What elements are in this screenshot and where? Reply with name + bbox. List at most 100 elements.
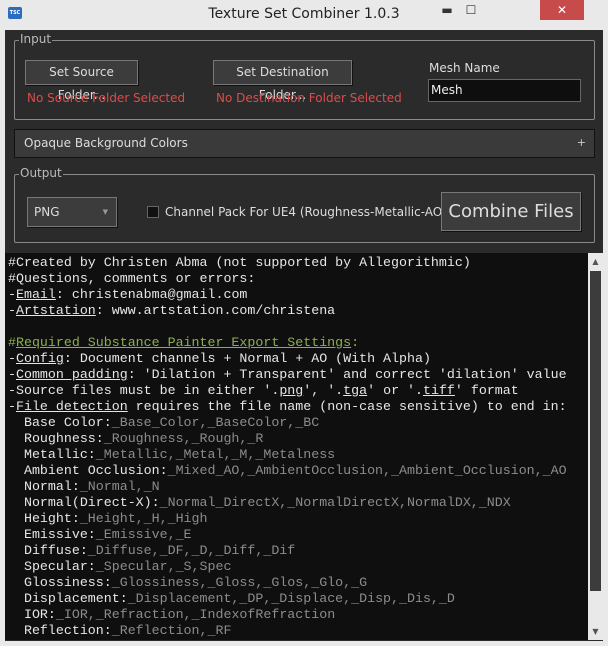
console-segment: : christenabma@gmail.com [55,287,248,302]
console-segment: : [351,335,360,350]
combine-files-button[interactable]: Combine Files [441,192,581,231]
channel-pack-checkbox[interactable] [147,206,159,218]
set-source-folder-button[interactable]: Set Source Folder... [25,60,138,102]
console-segment: : Document channels + Normal + AO (With … [63,351,431,366]
console-line: Emissive:_Emissive,_E [8,527,567,543]
console-line: Displacement:_Displacement,_DP,_Displace… [8,591,567,607]
console-line: Reflection:_Reflection,_RF [8,623,567,639]
scroll-up-icon[interactable]: ▲ [590,255,601,268]
console-segment: ', '. [303,383,344,398]
console-segment: ' or '. [367,383,423,398]
console-segment: _Normal_DirectX,_NormalDirectX,NormalDX,… [159,495,511,510]
console-line: Normal(Direct-X):_Normal_DirectX,_Normal… [8,495,567,511]
console-segment: _Roughness,_Rough,_R [103,431,264,446]
console-segment: Roughness: [8,431,104,446]
console-segment: Base Color: [8,415,112,430]
source-folder-status: No Source Folder Selected [27,91,186,105]
console-segment: - [8,287,16,302]
console-line: Height:_Height,_H,_High [8,511,567,527]
console-line: Glossiness:_Glossiness,_Gloss,_Glos,_Glo… [8,575,567,591]
format-dropdown[interactable]: PNG ▼ [27,197,117,227]
console-line: -Source files must be in either '.png', … [8,383,567,399]
console-line: #Required Substance Painter Export Setti… [8,335,567,351]
console-segment: : www.artstation.com/christena [95,303,336,318]
maximize-button[interactable]: ☐ [460,0,482,20]
console-line: Roughness:_Roughness,_Rough,_R [8,431,567,447]
console-segment: # [8,335,16,350]
console-line: Base Color:_Base_Color,_BaseColor,_BC [8,415,567,431]
console-segment: Height: [8,511,80,526]
console-line: #Created by Christen Abma (not supported… [8,255,567,271]
expand-icon[interactable]: + [577,136,586,149]
info-console[interactable]: #Created by Christen Abma (not supported… [5,253,603,640]
console-segment: IOR: [8,607,56,622]
console-segment: Ambient Occlusion: [8,463,168,478]
destination-folder-status: No Destination Folder Selected [216,91,402,105]
console-segment: _Mixed_AO,_AmbientOcclusion,_Ambient_Occ… [167,463,567,478]
console-segment: png [279,383,304,398]
console-segment: Artstation [15,303,96,318]
console-segment: Emissive: [8,527,96,542]
console-segment: - [8,367,16,382]
console-segment: _IOR,_Refraction,_IndexofRefraction [55,607,336,622]
console-segment: _Displacement,_DP,_Displace,_Disp,_Dis,_… [127,591,455,606]
console-segment: _Reflection,_RF [111,623,232,638]
console-segment: Email [15,287,56,302]
format-value: PNG [34,205,60,219]
console-segment: _Emissive,_E [95,527,192,542]
input-legend: Input [19,32,53,46]
console-line: IOR:_IOR,_Refraction,_IndexofRefraction [8,607,567,623]
console-segment: _Specular,_S,Spec [95,559,232,574]
console-segment [8,319,16,334]
console-segment: ' format [454,383,519,398]
console-segment: - [8,351,16,366]
console-segment: : 'Dilation + Transparent' and correct '… [127,367,567,382]
console-line: Specular:_Specular,_S,Spec [8,559,567,575]
console-segment: Config [15,351,64,366]
console-segment: Displacement: [8,591,128,606]
console-segment: _Glossiness,_Gloss,_Glos,_Glo,_G [111,575,368,590]
console-segment: requires the file name (non-case sensiti… [127,399,567,414]
output-group: Output PNG ▼ Channel Pack For UE4 (Rough… [14,166,595,243]
console-segment: Normal(Direct-X): [8,495,160,510]
console-segment: #Created by Christen Abma (not supported… [8,255,471,270]
console-line: -Email: christenabma@gmail.com [8,287,567,303]
title-bar: TSC Texture Set Combiner 1.0.3 ▬ ☐ ✕ [0,0,608,30]
console-segment: _Normal,_N [79,479,160,494]
close-button[interactable]: ✕ [540,0,584,20]
mesh-name-label: Mesh Name [429,61,500,75]
mesh-name-input[interactable]: Mesh [428,79,581,102]
console-text: #Created by Christen Abma (not supported… [8,255,567,639]
console-segment: Diffuse: [8,543,88,558]
console-segment: _Base_Color,_BaseColor,_BC [111,415,320,430]
console-segment: tga [343,383,368,398]
console-line: #Questions, comments or errors: [8,271,567,287]
console-segment: Reflection: [8,623,112,638]
output-legend: Output [19,166,63,180]
minimize-button[interactable]: ▬ [436,0,458,20]
vertical-scrollbar[interactable]: ▲ ▼ [588,253,603,640]
console-segment: File detection [15,399,128,414]
scrollbar-thumb[interactable] [590,271,601,591]
console-segment: _Height,_H,_High [79,511,208,526]
window-title: Texture Set Combiner 1.0.3 [208,6,400,22]
console-line [8,319,567,335]
chevron-down-icon: ▼ [102,208,108,216]
console-line: -Config: Document channels + Normal + AO… [8,351,567,367]
console-line: -Common padding: 'Dilation + Transparent… [8,367,567,383]
console-segment: _Diffuse,_DF,_D,_Diff,_Dif [87,543,296,558]
console-segment: - [8,399,16,414]
console-line: -File detection requires the file name (… [8,399,567,415]
console-segment: #Questions, comments or errors: [8,271,256,286]
console-line: Diffuse:_Diffuse,_DF,_D,_Diff,_Dif [8,543,567,559]
scroll-down-icon[interactable]: ▼ [590,625,601,638]
channel-pack-label: Channel Pack For UE4 (Roughness-Metallic… [165,205,447,219]
set-destination-folder-button[interactable]: Set Destination Folder... [213,60,352,102]
console-line: -Artstation: www.artstation.com/christen… [8,303,567,319]
console-segment: Normal: [8,479,80,494]
console-segment: Common padding [15,367,128,382]
input-group: Input Set Source Folder... No Source Fol… [14,32,595,120]
opaque-background-colors-panel[interactable]: Opaque Background Colors + [14,129,595,158]
console-line: Ambient Occlusion:_Mixed_AO,_AmbientOccl… [8,463,567,479]
console-line: Metallic:_Metallic,_Metal,_M,_Metalness [8,447,567,463]
